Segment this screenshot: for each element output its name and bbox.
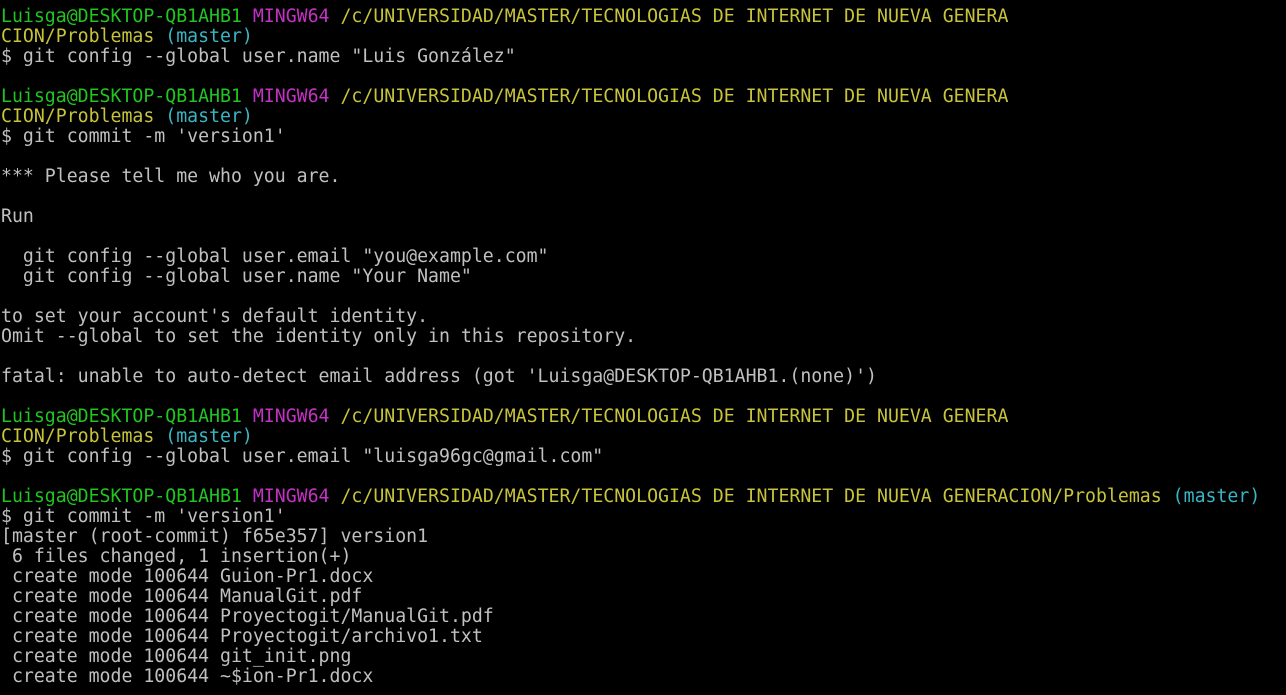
terminal-line: git config --global user.name "Your Name… (1, 267, 1286, 287)
terminal-text: fatal: unable to auto-detect email addre… (1, 367, 877, 387)
terminal-line: CIÓN/Problemas (master) (1, 27, 1286, 47)
prompt-path: CIÓN/Problemas (1, 427, 155, 447)
terminal-line: to set your account's default identity. (1, 307, 1286, 327)
terminal-line: 6 files changed, 1 insertion(+) (1, 547, 1286, 567)
terminal-output[interactable]: Luisga@DESKTOP-QB1AHB1 MINGW64 /c/UNIVER… (0, 0, 1286, 695)
prompt-path: /c/UNIVERSIDAD/MÁSTER/TECNOLOGÍAS DE INT… (340, 407, 1009, 427)
prompt-user-host: Luisga@DESKTOP-QB1AHB1 (1, 7, 242, 27)
terminal-line: $ git config --global user.name "Luis Go… (1, 47, 1286, 67)
terminal-line: create mode 100644 Proyectogit/archivo1.… (1, 627, 1286, 647)
terminal-text: $ git config --global user.name "Luis Go… (1, 47, 516, 67)
prompt-branch: (master) (1172, 487, 1261, 507)
prompt-path: /c/UNIVERSIDAD/MÁSTER/TECNOLOGÍAS DE INT… (340, 487, 1162, 507)
terminal-line: *** Please tell me who you are. (1, 167, 1286, 187)
terminal-line: create mode 100644 ~$ion-Pr1.docx (1, 667, 1286, 687)
prompt-path: /c/UNIVERSIDAD/MÁSTER/TECNOLOGÍAS DE INT… (340, 87, 1009, 107)
prompt-mingw-label: MINGW64 (252, 7, 330, 27)
terminal-line: $ git commit -m 'version1' (1, 127, 1286, 147)
terminal-text: Run (1, 207, 34, 227)
terminal-text: create mode 100644 Proyectogit/ManualGit… (1, 607, 494, 627)
terminal-line: create mode 100644 Proyectogit/ManualGit… (1, 607, 1286, 627)
terminal-text: $ git config --global user.email "luisga… (1, 447, 604, 467)
terminal-text: $ git commit -m 'version1' (1, 127, 286, 147)
terminal-text: 6 files changed, 1 insertion(+) (1, 547, 352, 567)
terminal-line: create mode 100644 git_init.png (1, 647, 1286, 667)
prompt-mingw-label: MINGW64 (252, 487, 330, 507)
prompt-path: CIÓN/Problemas (1, 107, 155, 127)
terminal-line: Luisga@DESKTOP-QB1AHB1 MINGW64 /c/UNIVER… (1, 407, 1286, 427)
terminal-line: create mode 100644 Guion-Pr1.docx (1, 567, 1286, 587)
terminal-text: [master (root-commit) f65e357] version1 (1, 527, 429, 547)
terminal-line: fatal: unable to auto-detect email addre… (1, 367, 1286, 387)
terminal-line: Run (1, 207, 1286, 227)
prompt-branch: (master) (165, 107, 253, 127)
terminal-line: CIÓN/Problemas (master) (1, 427, 1286, 447)
terminal-line: git config --global user.email "you@exam… (1, 247, 1286, 267)
prompt-branch: (master) (165, 427, 253, 447)
terminal-line: [master (root-commit) f65e357] version1 (1, 527, 1286, 547)
terminal-line: Luisga@DESKTOP-QB1AHB1 MINGW64 /c/UNIVER… (1, 487, 1286, 507)
prompt-path: /c/UNIVERSIDAD/MÁSTER/TECNOLOGÍAS DE INT… (340, 7, 1009, 27)
prompt-user-host: Luisga@DESKTOP-QB1AHB1 (1, 407, 242, 427)
terminal-line: create mode 100644 ManualGit.pdf (1, 587, 1286, 607)
terminal-text: create mode 100644 ManualGit.pdf (1, 587, 363, 607)
terminal-text: create mode 100644 ~$ion-Pr1.docx (1, 667, 374, 687)
terminal-text: Omit --global to set the identity only i… (1, 327, 637, 347)
prompt-mingw-label: MINGW64 (252, 87, 330, 107)
terminal-text: git config --global user.email "you@exam… (1, 247, 549, 267)
prompt-mingw-label: MINGW64 (252, 407, 330, 427)
terminal-text: create mode 100644 Guion-Pr1.docx (1, 567, 374, 587)
terminal-line: CIÓN/Problemas (master) (1, 107, 1286, 127)
prompt-branch: (master) (165, 27, 253, 47)
terminal-line: Luisga@DESKTOP-QB1AHB1 MINGW64 /c/UNIVER… (1, 7, 1286, 27)
terminal-text: create mode 100644 Proyectogit/archivo1.… (1, 627, 483, 647)
terminal-line: $ git commit -m 'version1' (1, 507, 1286, 527)
terminal-text: to set your account's default identity. (1, 307, 429, 327)
prompt-user-host: Luisga@DESKTOP-QB1AHB1 (1, 87, 242, 107)
terminal-text: *** Please tell me who you are. (1, 167, 341, 187)
terminal-text: $ git commit -m 'version1' (1, 507, 286, 527)
prompt-path: CIÓN/Problemas (1, 27, 155, 47)
terminal-line: Omit --global to set the identity only i… (1, 327, 1286, 347)
terminal-line: $ git config --global user.email "luisga… (1, 447, 1286, 467)
terminal-line: Luisga@DESKTOP-QB1AHB1 MINGW64 /c/UNIVER… (1, 87, 1286, 107)
terminal-text: git config --global user.name "Your Name… (1, 267, 472, 287)
terminal-text: create mode 100644 git_init.png (1, 647, 352, 667)
prompt-user-host: Luisga@DESKTOP-QB1AHB1 (1, 487, 242, 507)
